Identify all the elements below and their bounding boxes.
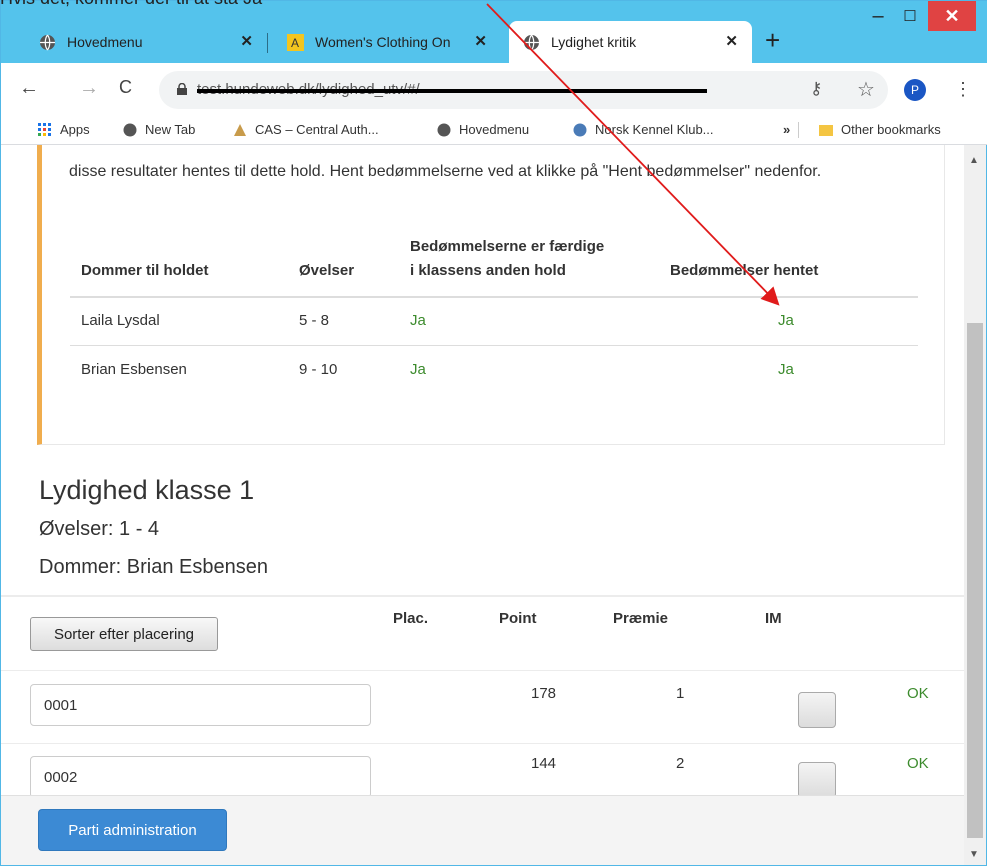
scroll-up-icon[interactable]: ▲ [969, 155, 979, 166]
vertical-scrollbar[interactable]: ▲ ▼ [964, 145, 986, 865]
exercise-range: 9 - 10 [299, 361, 338, 378]
key-icon[interactable]: ⚷ [810, 79, 822, 99]
im-toggle-button[interactable] [798, 762, 836, 798]
table-row-rule [70, 345, 918, 346]
tab-hovedmenu[interactable]: Hovedmenu ✕ [25, 21, 267, 63]
row-divider [1, 670, 964, 671]
close-tab-icon[interactable]: ✕ [474, 32, 487, 50]
new-tab-button[interactable]: + [765, 27, 780, 53]
cas-logo-icon [233, 123, 247, 137]
tab-label: Hovedmenu [67, 34, 143, 50]
done-status: Ja [410, 312, 426, 329]
col-header-done-line2: i klassens anden hold [410, 262, 566, 279]
amazon-icon: A [287, 33, 304, 51]
done-status: Ja [410, 361, 426, 378]
bookmark-new-tab[interactable]: New Tab [123, 122, 195, 137]
menu-icon[interactable]: ⋮ [954, 79, 972, 100]
back-button[interactable]: ← [19, 77, 39, 100]
close-window-button[interactable]: ✕ [928, 1, 976, 31]
col-header-exercises: Øvelser [299, 262, 355, 279]
tab-lydighet-kritik[interactable]: Lydighet kritik ✕ [509, 21, 752, 63]
globe-icon [39, 34, 56, 51]
tab-label: Women's Clothing On [315, 34, 451, 50]
close-tab-icon[interactable]: ✕ [725, 32, 738, 50]
bookmark-apps[interactable]: Apps [38, 122, 90, 137]
exercise-range: 5 - 8 [299, 312, 330, 329]
bookmarks-overflow-button[interactable]: » [783, 122, 790, 137]
judge-name: Laila Lysdal [81, 312, 160, 329]
scroll-down-icon[interactable]: ▼ [969, 849, 979, 860]
im-toggle-button[interactable] [798, 692, 836, 728]
maximize-button[interactable]: ☐ [895, 1, 925, 31]
globe-icon [123, 123, 137, 137]
footer-bar: Parti administration [1, 795, 964, 865]
col-header-im: IM [765, 610, 782, 627]
annotation-text: Hvis det, kommer der til at stå Ja [0, 0, 262, 9]
col-header-point: Point [499, 610, 537, 627]
col-header-plac: Plac. [393, 610, 429, 627]
praemie-value: 2 [676, 755, 685, 772]
row-divider [1, 743, 964, 744]
tab-separator [267, 33, 268, 53]
tab-womens-clothing[interactable]: A Women's Clothing On ✕ [273, 21, 501, 63]
bookmark-cas[interactable]: CAS – Central Auth... [233, 122, 379, 137]
bookmark-separator [798, 122, 799, 138]
participant-id-input[interactable] [30, 684, 371, 726]
globe-icon [437, 123, 451, 137]
section-judge: Dommer: Brian Esbensen [39, 556, 268, 578]
reload-button[interactable]: C [119, 77, 132, 98]
col-header-praemie: Præmie [613, 610, 669, 627]
folder-icon [819, 123, 833, 137]
col-header-judge: Dommer til holdet [81, 262, 209, 279]
col-header-fetched: Bedømmelser hentet [670, 262, 819, 279]
col-header-done-line1: Bedømmelserne er færdige [410, 238, 605, 255]
fetched-status: Ja [778, 312, 794, 329]
praemie-value: 1 [676, 685, 685, 702]
close-tab-icon[interactable]: ✕ [240, 32, 253, 50]
participant-id-input[interactable] [30, 756, 371, 798]
info-alert [37, 145, 945, 445]
bookmark-other[interactable]: Other bookmarks [819, 122, 941, 137]
point-value: 144 [531, 755, 557, 772]
redaction-line [197, 89, 707, 93]
nkk-logo-icon [573, 123, 587, 137]
globe-icon [523, 34, 540, 51]
status-ok: OK [907, 685, 929, 702]
star-icon[interactable]: ☆ [857, 77, 875, 102]
section-divider [1, 595, 964, 597]
bookmark-hovedmenu[interactable]: Hovedmenu [437, 122, 529, 137]
table-header-rule [70, 296, 918, 298]
judge-name: Brian Esbensen [81, 361, 187, 378]
tab-label: Lydighet kritik [551, 34, 637, 50]
url-text[interactable]: test.hundeweb.dk/lydighed_utv/#/ [197, 81, 707, 98]
parti-administration-button[interactable]: Parti administration [38, 809, 227, 851]
status-ok: OK [907, 755, 929, 772]
svg-text:A: A [291, 36, 299, 50]
forward-button[interactable]: → [79, 77, 99, 100]
fetched-status: Ja [778, 361, 794, 378]
bookmark-norsk-kennel-klub[interactable]: Norsk Kennel Klub... [573, 122, 714, 137]
scroll-thumb[interactable] [967, 323, 983, 838]
section-title: Lydighed klasse 1 [39, 475, 255, 505]
profile-avatar[interactable]: P [904, 79, 926, 101]
apps-grid-icon [38, 122, 52, 137]
bookmarks-bar: Apps New Tab CAS – Central Auth... Hoved… [1, 115, 987, 145]
lock-icon [177, 83, 187, 95]
point-value: 178 [531, 685, 557, 702]
minimize-button[interactable]: – [863, 1, 893, 31]
page-content: disse resultater hentes til dette hold. … [1, 145, 964, 865]
alert-text: disse resultater hentes til dette hold. … [69, 163, 822, 180]
title-bar: Hovedmenu ✕ A Women's Clothing On ✕ Lydi… [1, 1, 987, 63]
section-exercises: Øvelser: 1 - 4 [39, 518, 160, 540]
sort-by-placement-button[interactable]: Sorter efter placering [30, 617, 218, 651]
